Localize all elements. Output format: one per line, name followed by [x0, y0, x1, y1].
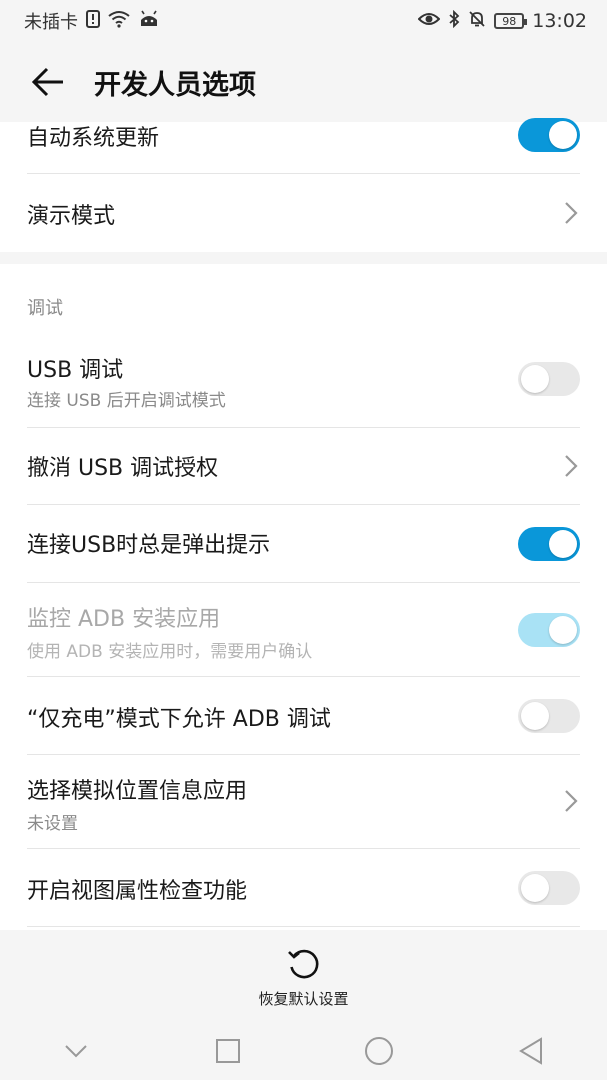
usb-prompt-toggle[interactable]: [518, 527, 580, 561]
auto-update-toggle[interactable]: [518, 118, 580, 152]
status-bar: 未插卡 98 13:02: [0, 0, 607, 42]
row-usb-debugging[interactable]: USB 调试 连接 USB 后开启调试模式: [27, 328, 580, 428]
row-title: USB 调试: [27, 358, 124, 383]
settings-group-debug: 调试 USB 调试 连接 USB 后开启调试模式 撤消 USB 调试授权 连接U…: [0, 264, 607, 930]
app-bar: 开发人员选项: [0, 42, 607, 122]
row-revoke-usb-auth[interactable]: 撤消 USB 调试授权: [27, 428, 580, 505]
chevron-right-icon: [565, 455, 578, 477]
carrier-text: 未插卡: [24, 12, 78, 33]
nav-recents-button[interactable]: [208, 1031, 248, 1071]
row-title: “仅充电”模式下允许 ADB 调试: [27, 707, 331, 732]
sim-alert-icon: [86, 9, 100, 33]
status-time: 13:02: [532, 10, 587, 32]
usb-debugging-toggle[interactable]: [518, 362, 580, 396]
restore-defaults-button[interactable]: 恢复默认设置: [0, 930, 607, 1022]
charge-only-adb-toggle[interactable]: [518, 699, 580, 733]
square-icon: [215, 1039, 240, 1063]
battery-level: 98: [502, 14, 517, 28]
eye-comfort-icon: [417, 11, 441, 32]
row-usb-connect-prompt[interactable]: 连接USB时总是弹出提示: [27, 505, 580, 583]
row-title: 自动系统更新: [27, 126, 160, 151]
row-subtitle: 未设置: [27, 814, 78, 834]
status-right: 98 13:02: [417, 9, 587, 33]
triangle-back-icon: [519, 1037, 543, 1065]
row-charge-only-adb[interactable]: “仅充电”模式下允许 ADB 调试: [27, 677, 580, 755]
refresh-icon: [287, 949, 318, 978]
row-title: 撤消 USB 调试授权: [27, 456, 219, 481]
nav-collapse-button[interactable]: [56, 1031, 96, 1071]
settings-group-top: 自动系统更新 演示模式: [0, 118, 607, 252]
row-subtitle: 连接 USB 后开启调试模式: [27, 391, 226, 411]
page-title: 开发人员选项: [94, 69, 256, 101]
row-view-attribute-inspection[interactable]: 开启视图属性检查功能: [27, 849, 580, 927]
row-title: 连接USB时总是弹出提示: [27, 533, 271, 558]
section-header: 调试: [27, 298, 63, 319]
view-inspection-toggle[interactable]: [518, 871, 580, 905]
row-title: 监控 ADB 安装应用: [27, 607, 221, 632]
chevron-right-icon: [565, 790, 578, 812]
status-left: 未插卡: [24, 8, 160, 34]
bluetooth-icon: [448, 9, 460, 33]
monitor-adb-toggle: [518, 613, 580, 647]
row-subtitle: 使用 ADB 安装应用时，需要用户确认: [27, 642, 313, 662]
wifi-icon: [108, 10, 130, 33]
battery-icon: 98: [494, 13, 528, 29]
navigation-bar: [0, 1022, 607, 1080]
row-title: 开启视图属性检查功能: [27, 879, 248, 904]
arrow-left-icon: [31, 67, 63, 97]
row-mock-location-app[interactable]: 选择模拟位置信息应用 未设置: [27, 755, 580, 849]
mute-bell-icon: [468, 10, 486, 33]
row-auto-system-update[interactable]: 自动系统更新: [27, 118, 580, 174]
nav-home-button[interactable]: [359, 1031, 399, 1071]
chevron-down-icon: [65, 1045, 87, 1058]
back-button[interactable]: [28, 62, 68, 102]
chevron-right-icon: [565, 202, 578, 224]
android-debug-icon: [138, 10, 160, 33]
row-demo-mode[interactable]: 演示模式: [27, 174, 580, 252]
nav-back-button[interactable]: [511, 1031, 551, 1071]
circle-icon: [365, 1037, 394, 1065]
row-title: 选择模拟位置信息应用: [27, 779, 248, 804]
row-title: 演示模式: [27, 204, 116, 229]
row-monitor-adb-install: 监控 ADB 安装应用 使用 ADB 安装应用时，需要用户确认: [27, 583, 580, 677]
restore-defaults-label: 恢复默认设置: [258, 989, 349, 1008]
